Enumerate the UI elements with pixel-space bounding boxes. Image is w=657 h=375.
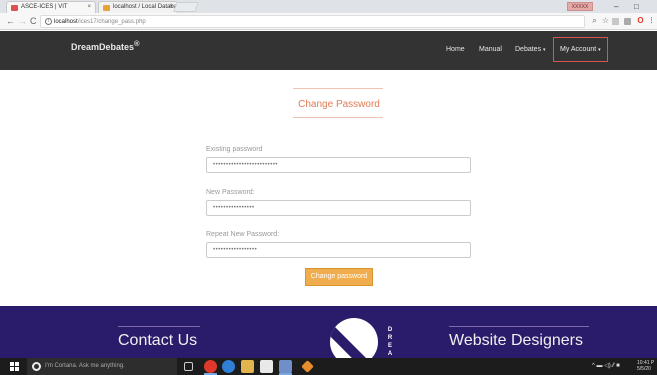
store-icon[interactable] — [260, 360, 273, 373]
address-host: localhost — [54, 19, 78, 25]
info-icon[interactable]: i — [45, 18, 52, 25]
windows-start-icon[interactable] — [10, 362, 19, 371]
contact-heading: Contact Us — [118, 332, 198, 349]
windows-taskbar: I'm Cortana. Ask me anything. ^ ▬ ◁) ⁄⁄ … — [0, 358, 657, 375]
cortana-icon — [32, 362, 41, 371]
taskbar-clock[interactable]: 10:41 P 5/5/20 — [637, 360, 654, 372]
cortana-placeholder: I'm Cortana. Ask me anything. — [45, 363, 125, 369]
tab-title: ASCE-ICES | VIT — [21, 4, 68, 10]
site-favicon-icon — [11, 5, 18, 11]
tab-title: localhost / Local Databa — [113, 4, 178, 10]
nav-manual[interactable]: Manual — [479, 46, 502, 53]
reload-icon[interactable]: C — [30, 15, 37, 28]
tab-local-databases[interactable]: localhost / Local Databa × — [98, 1, 178, 13]
edge-taskbar-icon[interactable] — [222, 360, 235, 373]
opera-taskbar-icon[interactable] — [204, 360, 217, 375]
nav-account-label: My Account — [560, 46, 597, 53]
site-brand[interactable]: DreamDebates® — [71, 39, 140, 52]
tab-close-icon[interactable]: × — [87, 2, 91, 13]
logo-slash — [330, 326, 367, 358]
address-path: /ices17/change_pass.php — [77, 19, 146, 25]
dreamdebates-logo — [330, 318, 378, 358]
title-divider-top — [293, 88, 383, 89]
nav-my-account[interactable]: My Account ▾ — [553, 37, 608, 62]
tab-asce-ices[interactable]: ASCE-ICES | VIT × — [6, 1, 96, 13]
designers-divider — [449, 326, 589, 327]
system-tray-icons[interactable]: ^ ▬ ◁) ⁄⁄ ■ — [592, 358, 620, 375]
contact-divider — [118, 326, 200, 327]
designers-heading: Website Designers — [449, 332, 583, 349]
registered-mark: ® — [134, 39, 140, 48]
minimize-icon[interactable]: – — [614, 0, 618, 13]
task-view-icon[interactable] — [184, 362, 193, 371]
nav-debates-label: Debates — [515, 46, 542, 53]
existing-password-field[interactable]: ••••••••••••••••••••••••• — [206, 157, 471, 173]
new-tab-button[interactable] — [173, 2, 199, 12]
page-title: Change Password — [298, 99, 380, 110]
maximize-icon[interactable]: □ — [634, 0, 639, 13]
site-navbar: DreamDebates® Home Manual Debates ▾ My A… — [0, 31, 657, 70]
caret-down-icon: ▾ — [598, 47, 601, 53]
brand-name: DreamDebates — [71, 42, 135, 52]
star-icon[interactable]: ☆ — [601, 16, 610, 26]
address-bar[interactable]: i localhost/ices17/change_pass.php — [40, 15, 585, 28]
existing-password-label: Existing password — [206, 146, 263, 153]
menu-icon[interactable]: ⋮ — [647, 16, 656, 26]
pocket-icon[interactable] — [624, 18, 631, 25]
forward-icon[interactable]: → — [18, 15, 27, 28]
browser-tab-strip: ASCE-ICES | VIT × localhost / Local Data… — [0, 0, 657, 13]
new-password-label: New Password: — [206, 189, 255, 196]
repeat-password-label: Repeat New Password: — [206, 231, 280, 238]
zoom-icon[interactable]: ⌕ — [590, 16, 599, 26]
cortana-search-box[interactable]: I'm Cortana. Ask me anything. — [27, 358, 177, 375]
site-footer: Contact Us D R E A Website Designers — [0, 306, 657, 358]
clock-date: 5/5/20 — [637, 366, 651, 372]
opera-icon[interactable]: O — [636, 16, 645, 26]
app-taskbar-icon[interactable] — [279, 360, 292, 375]
logo-letters: D R E A — [387, 327, 393, 357]
browser-toolbar: ← → C i localhost/ices17/change_pass.php… — [0, 13, 657, 30]
back-icon[interactable]: ← — [6, 15, 15, 28]
repeat-password-field[interactable]: ••••••••••••••••• — [206, 242, 471, 258]
xampp-icon[interactable] — [301, 360, 314, 373]
nav-debates[interactable]: Debates ▾ — [515, 46, 546, 53]
caret-down-icon: ▾ — [543, 47, 546, 53]
file-explorer-icon[interactable] — [241, 360, 254, 373]
new-password-field[interactable]: •••••••••••••••• — [206, 200, 471, 216]
phpmyadmin-favicon-icon — [103, 5, 110, 11]
profile-button[interactable]: XXXXX — [567, 2, 593, 11]
extension-icon[interactable] — [612, 18, 619, 25]
change-password-button[interactable]: Change password — [305, 268, 373, 286]
title-divider-bottom — [293, 117, 383, 118]
nav-home[interactable]: Home — [446, 46, 465, 53]
